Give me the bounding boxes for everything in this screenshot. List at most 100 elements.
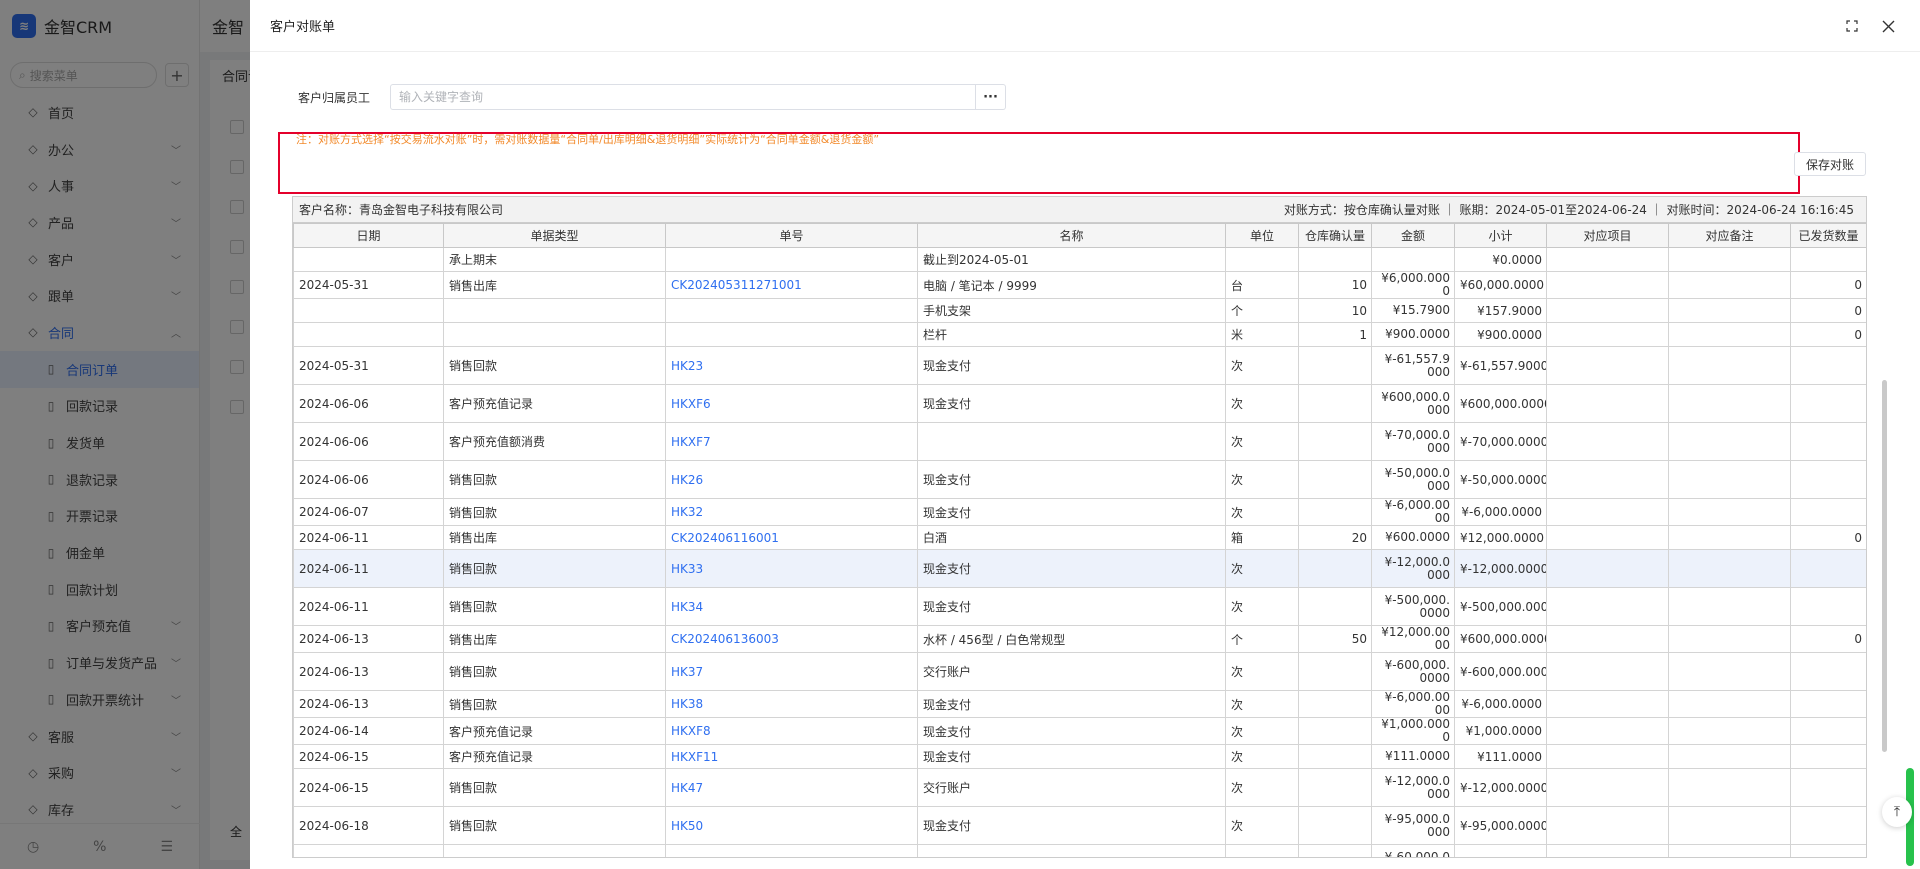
cell-remark xyxy=(1668,498,1791,526)
table-row[interactable]: 2024-06-18 销售回款 HK50 现金支付次 ¥-95,000.0000 ¥-95… xyxy=(293,806,1866,845)
table-row[interactable]: 2024-06-06 客户预充值额消费 HKXF7 次 ¥-70,000.0000 ¥-7… xyxy=(293,422,1866,461)
cell-type xyxy=(443,322,666,347)
cell-qty xyxy=(1298,498,1372,526)
notice-text: 注：对账方式选择“按交易流水对账”时，需对账数据量“合同单/出库明细&退货明细”… xyxy=(296,133,880,146)
cell-date: 2024-06-13 xyxy=(293,690,444,718)
cell-project xyxy=(1546,717,1669,745)
cell-subtotal: ¥-50,000.0000 xyxy=(1454,460,1547,499)
cell-amount: ¥-6,000.0000 xyxy=(1371,498,1455,526)
cell-date: 2024-06-07 xyxy=(293,498,444,526)
cell-remark xyxy=(1668,322,1791,347)
cell-qty xyxy=(1298,690,1372,718)
cell-shipped xyxy=(1790,844,1866,857)
cell-qty xyxy=(1298,844,1372,857)
cell-no[interactable]: HK38 xyxy=(665,690,918,718)
cell-remark xyxy=(1668,549,1791,588)
employee-search-input[interactable] xyxy=(390,84,976,110)
cell-name: 现金支付 xyxy=(917,806,1226,845)
table-row[interactable]: 栏杆米 1 ¥900.0000 ¥900.0000 0 xyxy=(293,322,1866,347)
cell-no[interactable]: HK26 xyxy=(665,460,918,499)
table-row[interactable]: 2024-05-31 销售回款 HK23 现金支付次 ¥-61,557.9000 ¥-61… xyxy=(293,346,1866,385)
cell-remark xyxy=(1668,744,1791,769)
cell-subtotal: ¥-6,000.0000 xyxy=(1454,498,1547,526)
cell-unit: 次 xyxy=(1225,460,1299,499)
cell-no[interactable]: HK32 xyxy=(665,498,918,526)
cell-no[interactable]: HKXF8 xyxy=(665,717,918,745)
cell-amount: ¥900.0000 xyxy=(1371,322,1455,347)
table-row[interactable]: 2024-06-13 销售回款 HK38 现金支付次 ¥-6,000.0000 ¥-6,0… xyxy=(293,690,1866,718)
cell-type: 客户预充值记录 xyxy=(443,717,666,745)
table-row[interactable]: 2024-06-15 客户预充值记录 HKXF11 现金支付次 ¥111.0000 ¥11… xyxy=(293,744,1866,769)
column-header: 仓库确认量 xyxy=(1298,223,1372,248)
cell-amount: ¥600.0000 xyxy=(1371,525,1455,550)
table-row[interactable]: 2024-06-06 客户预充值记录 HKXF6 现金支付次 ¥600,000.0000… xyxy=(293,384,1866,423)
cell-no[interactable]: HK50 xyxy=(665,806,918,845)
cell-qty: 1 xyxy=(1298,322,1372,347)
cell-unit: 个 xyxy=(1225,298,1299,323)
cell-amount: ¥-12,000.0000 xyxy=(1371,549,1455,588)
cell-subtotal: ¥0.0000 xyxy=(1454,247,1547,272)
notice-highlight-box: 注：对账方式选择“按交易流水对账”时，需对账数据量“合同单/出库明细&退货明细”… xyxy=(278,132,1800,194)
cell-no[interactable]: HK47 xyxy=(665,768,918,807)
table-row[interactable]: 2024-06-13 销售回款 HK37 交行账户次 ¥-600,000.0000 ¥-6… xyxy=(293,652,1866,691)
more-options-button[interactable]: ··· xyxy=(976,84,1006,110)
table-row[interactable]: 2024-06-06 销售回款 HK26 现金支付次 ¥-50,000.0000 ¥-50… xyxy=(293,460,1866,499)
cell-no[interactable]: HKXF11 xyxy=(665,744,918,769)
cell-date: 2024-06-11 xyxy=(293,587,444,626)
cell-no[interactable]: CK202405311271001 xyxy=(665,271,918,299)
back-to-top-button[interactable]: ⤒ xyxy=(1882,797,1912,827)
statement-info-bar: 客户名称：青岛金智电子科技有限公司 对账方式：按仓库确认量对账 ｜ 账期：202… xyxy=(293,197,1866,223)
drawer-header: 客户对账单 xyxy=(250,0,1920,52)
cell-type: 销售出库 xyxy=(443,625,666,653)
cell-no[interactable]: HKXF7 xyxy=(665,422,918,461)
cell-amount: ¥15.7900 xyxy=(1371,298,1455,323)
cell-amount: ¥111.0000 xyxy=(1371,744,1455,769)
cell-amount: ¥600,000.0000 xyxy=(1371,384,1455,423)
cell-no[interactable]: HK23 xyxy=(665,346,918,385)
table-row[interactable]: 2024-06-11 销售回款 HK33 现金支付次 ¥-12,000.0000 ¥-12… xyxy=(293,549,1866,588)
cell-no[interactable]: HK33 xyxy=(665,549,918,588)
cell-unit: 次 xyxy=(1225,549,1299,588)
table-row[interactable]: 承上期末 截止到2024-05-01 ¥0.0000 xyxy=(293,247,1866,272)
cell-no[interactable]: HK52 xyxy=(665,844,918,857)
cell-unit: 次 xyxy=(1225,717,1299,745)
table-row[interactable]: 2024-06-11 销售出库 CK202406116001 白酒箱 20 ¥600.00… xyxy=(293,525,1866,550)
table-row[interactable]: 2024-06-07 销售回款 HK32 现金支付次 ¥-6,000.0000 ¥-6,0… xyxy=(293,498,1866,526)
table-row[interactable]: 2024-06-15 销售回款 HK47 交行账户次 ¥-12,000.0000 ¥-12… xyxy=(293,768,1866,807)
table-row[interactable]: 2024-06-11 销售回款 HK34 现金支付次 ¥-500,000.0000 ¥-5… xyxy=(293,587,1866,626)
cell-name xyxy=(917,422,1226,461)
cell-amount: ¥-60,000.0000 xyxy=(1371,844,1455,857)
cell-qty xyxy=(1298,587,1372,626)
table-row[interactable]: 2024-06-14 客户预充值记录 HKXF8 现金支付次 ¥1,000.0000 ¥1… xyxy=(293,717,1866,745)
cell-shipped xyxy=(1790,460,1866,499)
fullscreen-icon[interactable] xyxy=(1844,18,1860,34)
cell-project xyxy=(1546,549,1669,588)
close-icon[interactable] xyxy=(1880,18,1896,34)
save-statement-button[interactable]: 保存对账 xyxy=(1794,152,1866,176)
cell-no[interactable]: HK34 xyxy=(665,587,918,626)
table-body: 承上期末 截止到2024-05-01 ¥0.0000 2024-05-31 销售出库 CK… xyxy=(293,247,1866,857)
table-row[interactable]: 2024-06-13 销售出库 CK202406136003 水杯 / 456型 / … xyxy=(293,625,1866,653)
cell-amount: ¥1,000.0000 xyxy=(1371,717,1455,745)
cell-no xyxy=(665,298,918,323)
cell-name: 手机支架 xyxy=(917,298,1226,323)
cell-no[interactable]: CK202406136003 xyxy=(665,625,918,653)
cell-shipped xyxy=(1790,422,1866,461)
cell-date: 2024-06-14 xyxy=(293,717,444,745)
table-row[interactable]: 手机支架个 10 ¥15.7900 ¥157.9000 0 xyxy=(293,298,1866,323)
cell-remark xyxy=(1668,460,1791,499)
cell-project xyxy=(1546,422,1669,461)
table-row[interactable]: 2024-06-19销售回款HK52现金支付次 ¥-60,000.0000¥-60… xyxy=(293,844,1866,857)
cell-unit: 次 xyxy=(1225,587,1299,626)
table-row[interactable]: 2024-05-31 销售出库 CK202405311271001 电脑 / 笔记本 … xyxy=(293,271,1866,299)
cell-unit xyxy=(1225,247,1299,272)
cell-no[interactable]: CK202406116001 xyxy=(665,525,918,550)
cell-project xyxy=(1546,652,1669,691)
cell-subtotal: ¥600,000.0000 xyxy=(1454,625,1547,653)
column-header: 对应备注 xyxy=(1668,223,1791,248)
cell-no[interactable]: HK37 xyxy=(665,652,918,691)
drawer-header-actions xyxy=(1844,18,1896,34)
drawer-scrollbar-thumb[interactable] xyxy=(1882,380,1887,752)
cell-no[interactable]: HKXF6 xyxy=(665,384,918,423)
cell-project xyxy=(1546,271,1669,299)
